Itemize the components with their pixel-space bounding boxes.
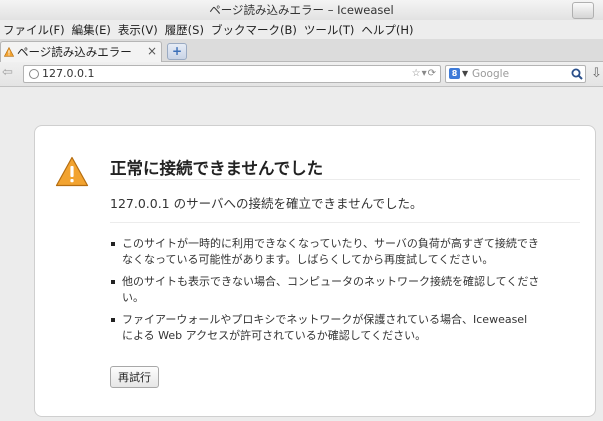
error-description: 127.0.0.1 のサーバへの接続を確立できませんでした。 <box>110 196 423 211</box>
menu-edit[interactable]: 編集(E) <box>69 22 115 38</box>
new-tab-button[interactable]: + <box>167 43 187 60</box>
search-placeholder[interactable]: Google <box>472 66 509 82</box>
back-arrow-icon[interactable]: ⇦ <box>2 66 16 80</box>
menu-tools[interactable]: ツール(T) <box>301 22 359 38</box>
divider <box>110 179 580 180</box>
suggestion-item: ファイアーウォールやプロキシでネットワークが保護されている場合、Icewease… <box>111 312 541 344</box>
suggestion-list: このサイトが一時的に利用できなくなっていたり、サーバの負荷が高すぎて接続できなく… <box>111 236 541 350</box>
menu-view[interactable]: 表示(V) <box>115 22 162 38</box>
page-content: 正常に接続できませんでした 127.0.0.1 のサーバへの接続を確立できません… <box>0 87 603 421</box>
error-title: 正常に接続できませんでした <box>110 159 324 178</box>
menu-file[interactable]: ファイル(F) <box>0 22 69 38</box>
minimize-button[interactable] <box>572 2 594 19</box>
tab-close-icon[interactable]: × <box>147 44 157 58</box>
search-engine-icon[interactable]: 8 <box>449 68 460 79</box>
error-panel: 正常に接続できませんでした 127.0.0.1 のサーバへの接続を確立できません… <box>34 125 596 417</box>
menu-help[interactable]: ヘルプ(H) <box>358 22 417 38</box>
tab-page-load-error[interactable]: ページ読み込みエラー × <box>0 41 162 62</box>
navigation-bar: ⇦ 127.0.0.1 ☆▾⟳ 8 ▼ Google ⇩ <box>0 62 603 87</box>
suggestion-item: 他のサイトも表示できない場合、コンピュータのネットワーク接続を確認してください。 <box>111 274 541 306</box>
menu-bookmarks[interactable]: ブックマーク(B) <box>208 22 301 38</box>
menu-history[interactable]: 履歴(S) <box>162 22 208 38</box>
tab-strip: ページ読み込みエラー × + <box>0 39 603 62</box>
site-identity-icon[interactable] <box>29 69 39 79</box>
menu-bar: ファイル(F) 編集(E) 表示(V) 履歴(S) ブックマーク(B) ツール(… <box>0 20 603 39</box>
retry-button[interactable]: 再試行 <box>110 366 159 388</box>
divider <box>110 222 580 223</box>
warning-icon <box>55 156 89 187</box>
warning-icon <box>4 47 14 57</box>
window-title: ページ読み込みエラー – Iceweasel <box>209 3 394 17</box>
suggestion-item: このサイトが一時的に利用できなくなっていたり、サーバの負荷が高すぎて接続できなく… <box>111 236 541 268</box>
search-bar[interactable]: 8 ▼ Google <box>445 65 586 83</box>
url-bar[interactable]: 127.0.0.1 ☆▾⟳ <box>23 65 441 83</box>
tab-label: ページ読み込みエラー <box>17 45 132 59</box>
url-text[interactable]: 127.0.0.1 <box>42 66 94 82</box>
bookmark-star-icon[interactable]: ☆▾⟳ <box>412 66 437 82</box>
search-icon[interactable] <box>571 68 583 80</box>
download-arrow-icon[interactable]: ⇩ <box>591 66 602 81</box>
title-bar: ページ読み込みエラー – Iceweasel <box>0 0 603 20</box>
chevron-down-icon[interactable]: ▼ <box>462 66 468 82</box>
